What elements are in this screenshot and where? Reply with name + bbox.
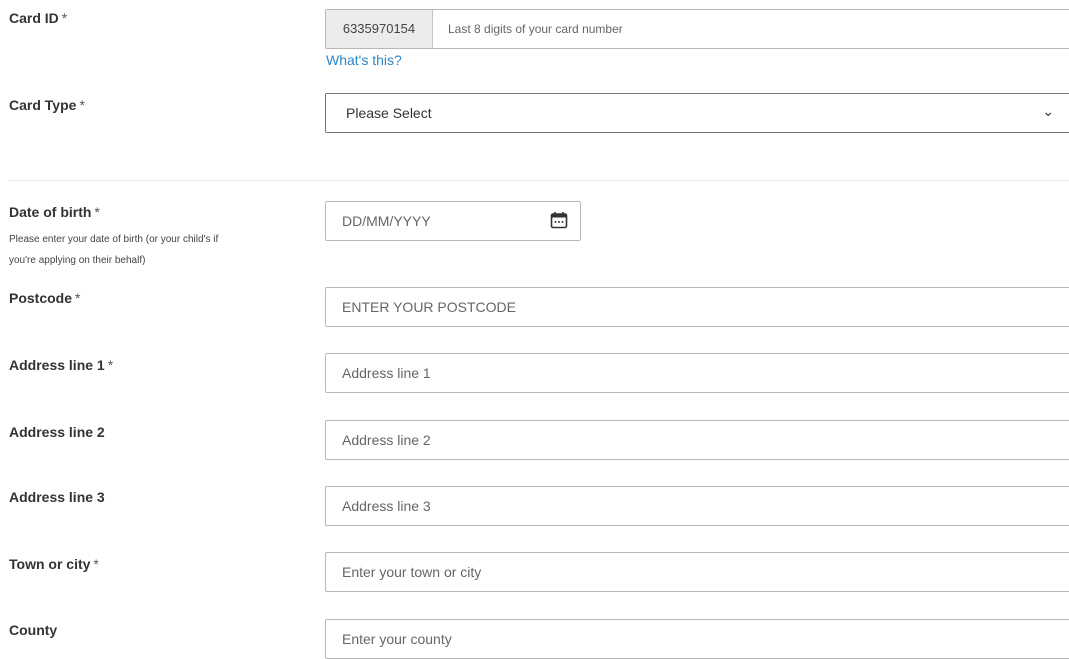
address1-placeholder: Address line 1 [342, 365, 431, 381]
address2-label-text: Address line 2 [9, 424, 105, 440]
address2-input[interactable]: Address line 2 [325, 420, 1069, 460]
card-id-label-text: Card ID [9, 10, 59, 26]
required-mark: * [93, 556, 99, 572]
town-input[interactable]: Enter your town or city [325, 552, 1069, 592]
dob-label-text: Date of birth [9, 204, 92, 220]
chevron-down-icon: ⌄ [1042, 103, 1054, 119]
section-divider [9, 180, 1069, 181]
town-placeholder: Enter your town or city [342, 564, 482, 580]
dob-help-line2: you're applying on their behalf) [9, 255, 146, 266]
dob-placeholder: DD/MM/YYYY [342, 213, 431, 229]
card-id-label: Card ID * [9, 10, 67, 26]
postcode-input[interactable]: ENTER YOUR POSTCODE [325, 287, 1069, 327]
address3-input[interactable]: Address line 3 [325, 486, 1069, 526]
postcode-label: Postcode * [9, 290, 80, 306]
address3-placeholder: Address line 3 [342, 498, 431, 514]
postcode-placeholder: ENTER YOUR POSTCODE [342, 299, 516, 315]
required-mark: * [75, 290, 81, 306]
dob-input[interactable]: DD/MM/YYYY [325, 201, 581, 241]
address1-label: Address line 1 * [9, 357, 113, 373]
card-id-prefix: 6335970154 [326, 10, 433, 48]
required-mark: * [94, 204, 100, 220]
card-type-label: Card Type * [9, 97, 85, 113]
county-placeholder: Enter your county [342, 631, 452, 647]
town-label: Town or city * [9, 556, 99, 572]
calendar-icon[interactable] [550, 211, 568, 229]
dob-label: Date of birth * [9, 204, 100, 220]
county-label: County [9, 622, 57, 638]
whats-this-link[interactable]: What's this? [326, 52, 402, 68]
county-label-text: County [9, 622, 58, 638]
town-label-text: Town or city [9, 556, 91, 572]
county-input[interactable]: Enter your county [325, 619, 1069, 659]
card-id-placeholder: Last 8 digits of your card number [448, 22, 623, 36]
address3-label: Address line 3 [9, 489, 105, 505]
address2-placeholder: Address line 2 [342, 432, 431, 448]
card-type-selected: Please Select [346, 105, 432, 121]
card-type-select[interactable]: Please Select ⌄ [325, 93, 1069, 133]
dob-help-line1: Please enter your date of birth (or your… [9, 234, 219, 245]
required-mark: * [79, 97, 85, 113]
address3-label-text: Address line 3 [9, 489, 105, 505]
postcode-label-text: Postcode [9, 290, 73, 306]
card-type-label-text: Card Type [9, 97, 77, 113]
required-mark: * [61, 10, 68, 26]
address2-label: Address line 2 [9, 424, 105, 440]
address1-label-text: Address line 1 [9, 357, 105, 373]
address1-input[interactable]: Address line 1 [325, 353, 1069, 393]
required-mark: * [107, 357, 114, 373]
card-id-field[interactable]: 6335970154 Last 8 digits of your card nu… [325, 9, 1069, 49]
